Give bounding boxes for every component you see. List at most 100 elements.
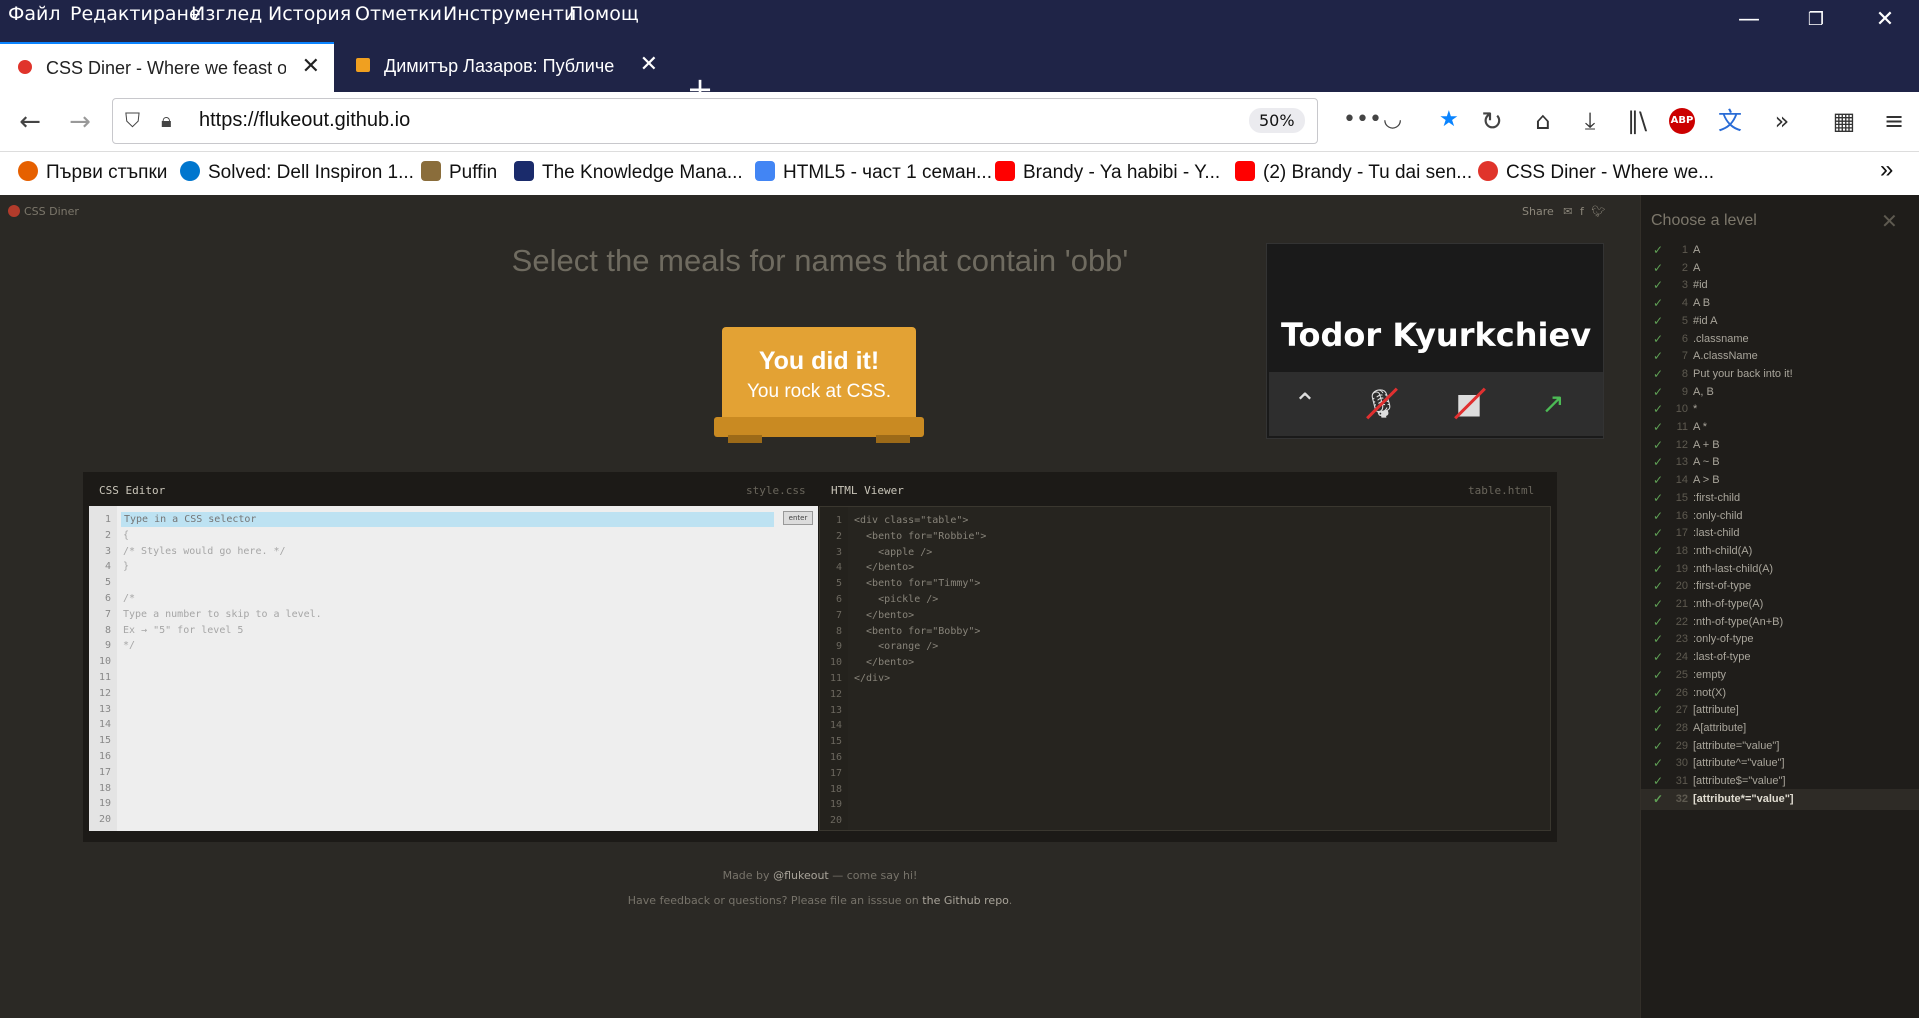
level-label: :not(X) xyxy=(1693,686,1727,699)
menu-file[interactable]: Файл xyxy=(8,3,61,25)
css-selector-input[interactable] xyxy=(121,512,774,527)
line-number: 20 xyxy=(829,815,842,827)
code-line: <pickle /> xyxy=(854,593,939,605)
tab-strip: CSS Diner - Where we feast on ✕ Димитър … xyxy=(0,32,1919,105)
menu-bookmarks[interactable]: Отметки xyxy=(355,3,442,25)
facebook-icon[interactable]: f xyxy=(1580,205,1584,218)
line-number: 4 xyxy=(104,561,111,573)
translate-icon[interactable]: 文 xyxy=(1713,104,1747,138)
menu-view[interactable]: Изглед xyxy=(191,3,262,25)
completed-check-icon: ✓ xyxy=(1653,632,1664,647)
adblock-plus-icon[interactable]: ABP xyxy=(1669,108,1695,134)
line-number: 6 xyxy=(835,593,842,605)
bookmark-item[interactable]: Solved: Dell Inspiron 1... xyxy=(180,161,414,184)
level-number: 23 xyxy=(1675,633,1688,646)
level-number: 27 xyxy=(1675,704,1688,717)
level-number: 31 xyxy=(1675,775,1688,787)
level-number: 10 xyxy=(1675,403,1688,416)
level-number: 12 xyxy=(1675,438,1688,451)
level-label: [attribute*="value"] xyxy=(1693,792,1794,805)
code-line: <bento for="Bobby"> xyxy=(854,625,981,637)
home-icon[interactable]: ⌂ xyxy=(1526,104,1560,138)
overflow-chevron-icon[interactable]: » xyxy=(1765,104,1799,138)
css-editor: 1 2 3 4 5 6 7 8 9 10 11 12 13 14 15 16 17 18 19 20 {/* Styl… xyxy=(89,506,818,831)
bookmark-item[interactable]: HTML5 - част 1 семан... xyxy=(755,161,992,184)
page-actions-icon[interactable]: ••• xyxy=(1343,107,1382,132)
menu-history[interactable]: История xyxy=(268,3,351,25)
level-label: [attribute="value"] xyxy=(1693,739,1780,752)
level-label: Put your back into it! xyxy=(1693,367,1793,380)
line-number: 8 xyxy=(104,624,111,636)
bookmark-item[interactable]: CSS Diner - Where we... xyxy=(1478,161,1714,184)
level-item[interactable]: ✓ 32 [attribute*="value"] xyxy=(1641,788,1919,810)
pocket-icon[interactable]: ◡ xyxy=(1383,107,1402,132)
chevron-up-icon[interactable]: ⌃ xyxy=(1285,384,1325,424)
level-number: 7 xyxy=(1681,350,1688,363)
share-links: Share ✉ f 🐦︎ xyxy=(1522,205,1606,218)
level-label: A + B xyxy=(1693,438,1720,451)
extensions-gift-icon[interactable]: ▦ xyxy=(1827,104,1861,138)
reload-icon[interactable]: ↻ xyxy=(1474,105,1510,141)
bookmark-item[interactable]: Brandy - Ya habibi - Y... xyxy=(995,161,1220,184)
email-icon[interactable]: ✉ xyxy=(1563,205,1572,218)
bookmark-item[interactable]: (2) Brandy - Tu dai sen... xyxy=(1235,161,1472,184)
menu-help[interactable]: Помощ xyxy=(569,3,639,25)
level-label: :nth-of-type(An+B) xyxy=(1693,615,1784,628)
bookmark-item[interactable]: Първи стъпки xyxy=(18,161,167,184)
twitter-icon[interactable]: 🐦︎ xyxy=(1591,205,1605,218)
completed-check-icon: ✓ xyxy=(1653,685,1664,700)
video-call-overlay[interactable]: Todor Kyurkchiev ⌃ 🎙︎ ■ ↗ xyxy=(1266,243,1604,439)
level-number: 28 xyxy=(1675,721,1688,734)
downloads-icon[interactable]: ⤓ xyxy=(1573,104,1607,138)
library-icon[interactable]: ∥\ xyxy=(1620,104,1654,138)
line-number: 20 xyxy=(98,814,111,826)
hamburger-menu-icon[interactable]: ≡ xyxy=(1877,104,1911,138)
completed-check-icon: ✓ xyxy=(1653,384,1664,399)
level-label: :first-child xyxy=(1693,491,1741,504)
completed-check-icon: ✓ xyxy=(1653,720,1664,735)
bookmark-item[interactable]: Puffin xyxy=(421,161,497,184)
lock-icon[interactable]: 🔒︎ xyxy=(161,108,172,132)
bookmark-star-icon[interactable]: ★ xyxy=(1439,107,1459,132)
share-screen-icon[interactable]: ↗ xyxy=(1533,384,1573,424)
tab-css-diner[interactable]: CSS Diner - Where we feast on ✕ xyxy=(0,42,334,92)
completed-check-icon: ✓ xyxy=(1653,667,1664,682)
knowledge-icon xyxy=(514,161,534,181)
tracking-protection-shield-icon[interactable]: ⛉ xyxy=(125,108,140,132)
bookmarks-overflow-icon[interactable]: » xyxy=(1880,156,1893,184)
github-repo-link[interactable]: the Github repo xyxy=(922,894,1008,907)
line-number: 5 xyxy=(104,577,111,589)
level-label: A xyxy=(1693,244,1701,256)
line-number: 11 xyxy=(98,671,111,683)
author-link[interactable]: @flukeout xyxy=(773,869,829,882)
line-number: 3 xyxy=(835,546,842,558)
forward-icon[interactable]: → xyxy=(62,105,98,141)
close-tab-icon[interactable]: ✕ xyxy=(302,53,320,79)
tab-dimitar-lazarov[interactable]: Димитър Лазаров: Публичен ✕ xyxy=(338,42,672,92)
completed-check-icon: ✓ xyxy=(1653,526,1664,541)
enter-button[interactable]: enter xyxy=(783,511,813,525)
bookmark-item[interactable]: The Knowledge Mana... xyxy=(514,161,743,184)
level-number: 14 xyxy=(1675,474,1688,487)
menu-tools[interactable]: Инструменти xyxy=(443,3,576,25)
menu-edit[interactable]: Редактиране xyxy=(70,3,201,25)
code-line: <bento for="Robbie"> xyxy=(854,530,987,542)
close-panel-icon[interactable]: ✕ xyxy=(1881,209,1898,233)
code-line: } xyxy=(123,561,130,573)
page-content: CSS Diner Share ✉ f 🐦︎ Select the meals … xyxy=(0,195,1640,1018)
back-icon[interactable]: ← xyxy=(12,105,48,141)
level-label: .classname xyxy=(1693,332,1749,345)
level-number: 20 xyxy=(1675,580,1688,593)
url-text[interactable]: https://flukeout.github.io xyxy=(199,109,410,132)
url-bar[interactable]: ⛉ 🔒︎ https://flukeout.github.io 50% ••• … xyxy=(112,98,1459,144)
css-editor-filename: style.css xyxy=(746,484,806,497)
html-viewer: 1 2 3 4 5 6 7 8 9 10 11 12 13 14 15 16 17 18 19 20 <div cla… xyxy=(819,506,1551,831)
close-tab-icon[interactable]: ✕ xyxy=(640,51,658,77)
code-line: Ex → "5" for level 5 xyxy=(123,624,244,636)
site-logo[interactable]: CSS Diner xyxy=(8,205,79,218)
zoom-level-badge[interactable]: 50% xyxy=(1249,108,1305,133)
line-number: 8 xyxy=(835,625,842,637)
